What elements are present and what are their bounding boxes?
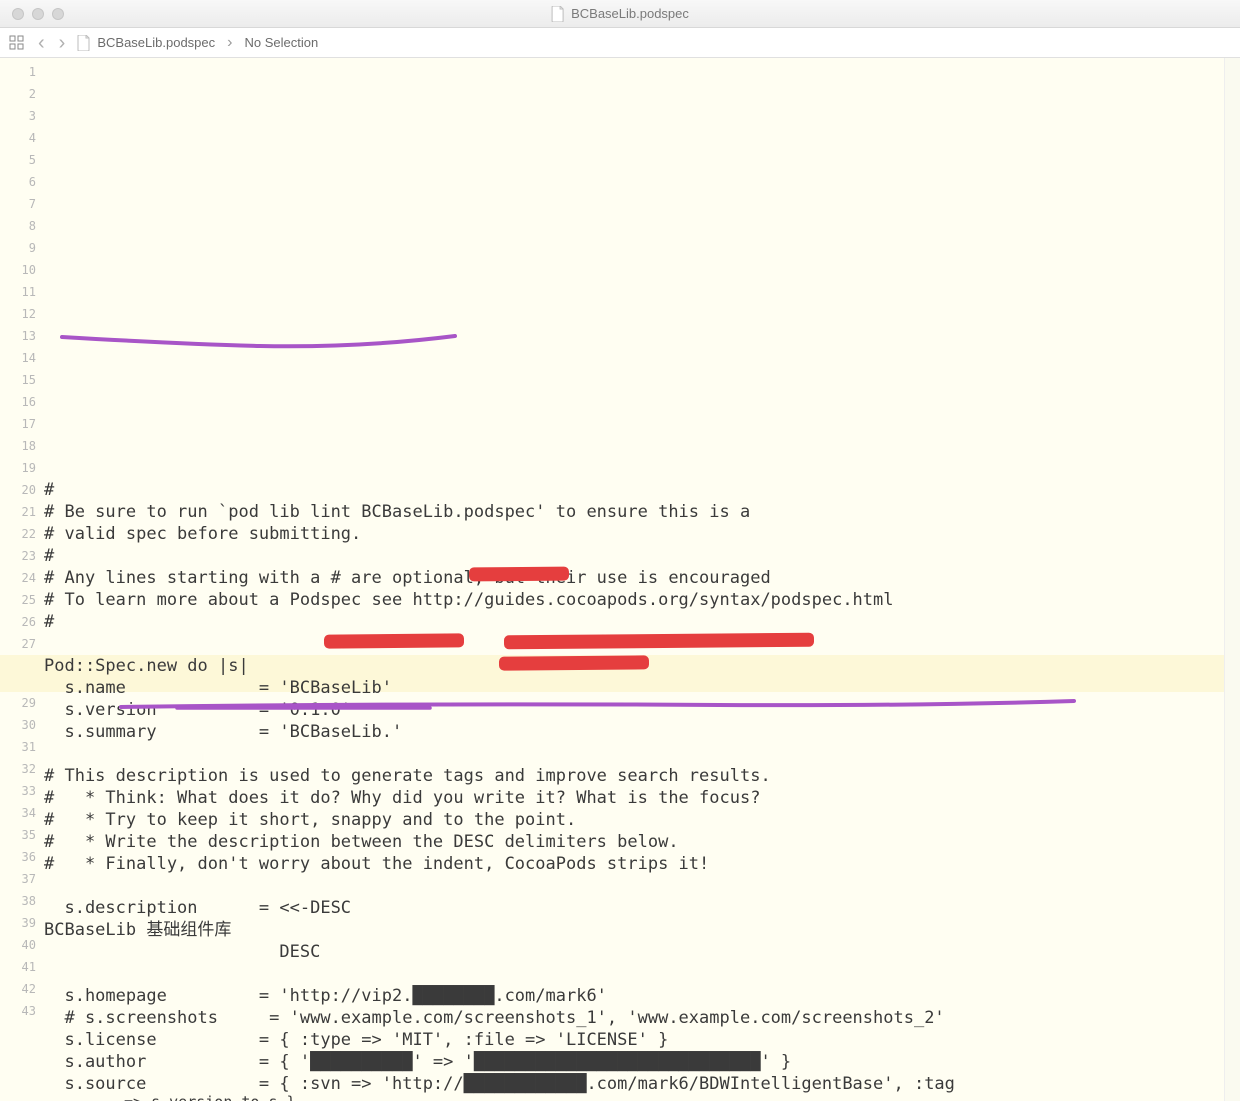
line-number: 33 [0,780,36,802]
code-line[interactable]: # s.screenshots = 'www.example.com/scree… [44,1007,1240,1029]
code-line[interactable]: Pod::Spec.new do |s| [44,655,1240,677]
line-number: 34 [0,802,36,824]
line-number: 39 [0,912,36,934]
line-number: 32 [0,758,36,780]
line-number: 10 [0,259,36,281]
minimize-window-button[interactable] [32,8,44,20]
code-line[interactable] [44,743,1240,765]
code-line[interactable]: # * Write the description between the DE… [44,831,1240,853]
code-editor[interactable]: 1234567891011121314151617181920212223242… [0,58,1240,1101]
line-number: 41 [0,956,36,978]
traffic-lights [0,8,64,20]
code-line[interactable]: s.license = { :type => 'MIT', :file => '… [44,1029,1240,1051]
line-number: 35 [0,824,36,846]
line-number: 9 [0,237,36,259]
code-line[interactable]: # Be sure to run `pod lib lint BCBaseLib… [44,501,1240,523]
line-number: 8 [0,215,36,237]
code-line[interactable]: DESC [44,941,1240,963]
code-line[interactable]: # * Think: What does it do? Why did you … [44,787,1240,809]
line-number: 2 [0,83,36,105]
code-line[interactable]: s.version = '0.1.0' [44,699,1240,721]
line-number: 12 [0,303,36,325]
line-number: 13 [0,325,36,347]
line-number: 11 [0,281,36,303]
code-line[interactable]: # This description is used to generate t… [44,765,1240,787]
line-number: 5 [0,149,36,171]
code-line[interactable]: # [44,479,1240,501]
code-line[interactable]: # [44,611,1240,633]
code-line-wrap[interactable]: => s.version.to_s } [44,1095,1240,1101]
line-number: 20 [0,479,36,501]
chevron-right-icon: › [225,34,234,52]
code-line[interactable]: s.name = 'BCBaseLib' [44,677,1240,699]
code-line[interactable]: # * Finally, don't worry about the inden… [44,853,1240,875]
line-number: 15 [0,369,36,391]
close-window-button[interactable] [12,8,24,20]
window-title: BCBaseLib.podspec [571,6,689,21]
code-line[interactable]: s.source = { :svn => 'http://███████████… [44,1073,1240,1095]
line-number: 17 [0,413,36,435]
breadcrumb-file[interactable]: BCBaseLib.podspec [77,35,215,51]
line-number: 38 [0,890,36,912]
code-line[interactable]: # * Try to keep it short, snappy and to … [44,809,1240,831]
line-number: 24 [0,567,36,589]
line-number: 40 [0,934,36,956]
code-line[interactable]: s.summary = 'BCBaseLib.' [44,721,1240,743]
code-line[interactable]: # valid spec before submitting. [44,523,1240,545]
line-number: 43 [0,1000,36,1022]
code-line[interactable]: s.description = <<-DESC [44,897,1240,919]
line-number-gutter: 1234567891011121314151617181920212223242… [0,58,44,1101]
line-number: 25 [0,589,36,611]
line-number: 22 [0,523,36,545]
code-line[interactable] [44,875,1240,897]
code-line[interactable]: s.author = { '██████████' => '██████████… [44,1051,1240,1073]
line-number: 27 [0,633,36,655]
line-number: 36 [0,846,36,868]
breadcrumb-file-label: BCBaseLib.podspec [97,35,215,50]
code-line[interactable]: # To learn more about a Podspec see http… [44,589,1240,611]
code-area[interactable]: ## Be sure to run `pod lib lint BCBaseLi… [44,58,1240,1101]
code-line[interactable] [44,963,1240,985]
window-titlebar: BCBaseLib.podspec [0,0,1240,28]
code-line[interactable]: # [44,545,1240,567]
line-number: 1 [0,61,36,83]
zoom-window-button[interactable] [52,8,64,20]
line-number: 37 [0,868,36,890]
line-number: 19 [0,457,36,479]
line-number: 21 [0,501,36,523]
code-line[interactable]: s.homepage = 'http://vip2.████████.com/m… [44,985,1240,1007]
line-number: 16 [0,391,36,413]
annotation-underline-version [60,288,460,400]
line-number: 42 [0,978,36,1000]
line-number: 29 [0,692,36,714]
code-line[interactable] [44,633,1240,655]
line-number: 14 [0,347,36,369]
code-line[interactable]: BCBaseLib 基础组件库 [44,919,1240,941]
code-line[interactable]: # Any lines starting with a # are option… [44,567,1240,589]
related-items-button[interactable] [8,34,26,52]
jump-bar: ‹ › BCBaseLib.podspec › No Selection [0,28,1240,58]
line-number: 26 [0,611,36,633]
line-number: 7 [0,193,36,215]
file-icon [551,6,565,22]
line-number: 4 [0,127,36,149]
line-number: 6 [0,171,36,193]
breadcrumb-selection[interactable]: No Selection [244,35,318,50]
line-number: 3 [0,105,36,127]
file-icon [77,35,91,51]
line-number: 18 [0,435,36,457]
line-number: 23 [0,545,36,567]
nav-back-button[interactable]: ‹ [36,33,47,53]
nav-forward-button[interactable]: › [57,33,68,53]
line-number: 30 [0,714,36,736]
line-number: 31 [0,736,36,758]
